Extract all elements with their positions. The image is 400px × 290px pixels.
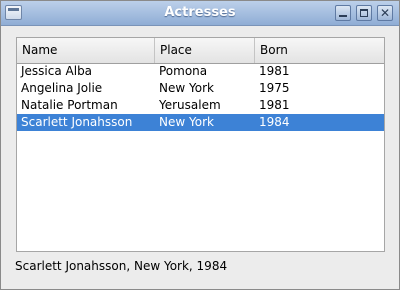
cell-name: Natalie Portman	[21, 98, 118, 112]
column-header-born[interactable]: Born	[255, 38, 384, 63]
actresses-table[interactable]: Name Place Born Jessica Alba Pomona 1981…	[16, 37, 385, 252]
cell-place: Pomona	[159, 64, 208, 78]
cell-place: Yerusalem	[159, 98, 221, 112]
column-header-name[interactable]: Name	[17, 38, 155, 63]
cell-name: Angelina Jolie	[21, 81, 103, 95]
table-row[interactable]: Angelina Jolie New York 1975	[17, 80, 384, 97]
app-window: Actresses ✕ Name Place Born Jessica Alba…	[0, 0, 400, 290]
maximize-icon[interactable]	[356, 5, 372, 21]
status-label: Scarlett Jonahsson, New York, 1984	[15, 259, 228, 273]
cell-born: 1975	[259, 81, 290, 95]
table-header: Name Place Born	[17, 38, 384, 64]
cell-place: New York	[159, 81, 214, 95]
table-row[interactable]: Jessica Alba Pomona 1981	[17, 63, 384, 80]
cell-name: Jessica Alba	[21, 64, 93, 78]
cell-born: 1981	[259, 98, 290, 112]
table-row-selected[interactable]: Scarlett Jonahsson New York 1984	[17, 114, 384, 131]
cell-born: 1984	[259, 115, 290, 129]
title-bar[interactable]: Actresses ✕	[1, 1, 399, 26]
cell-place: New York	[159, 115, 214, 129]
cell-born: 1981	[259, 64, 290, 78]
column-header-place[interactable]: Place	[155, 38, 255, 63]
close-icon[interactable]: ✕	[377, 5, 393, 21]
minimize-icon[interactable]	[335, 5, 351, 21]
table-row[interactable]: Natalie Portman Yerusalem 1981	[17, 97, 384, 114]
cell-name: Scarlett Jonahsson	[21, 115, 133, 129]
